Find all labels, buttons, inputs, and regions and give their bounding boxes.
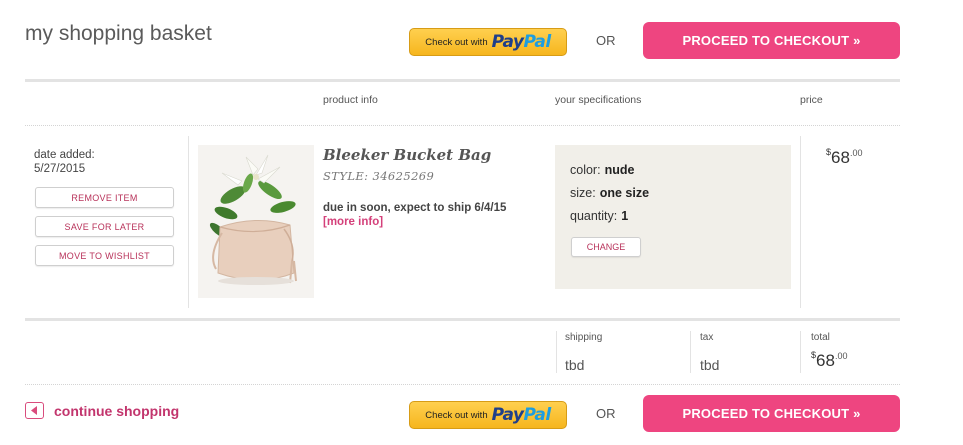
move-to-wishlist-button[interactable]: MOVE TO WISHLIST bbox=[35, 245, 174, 266]
or-separator-footer: OR bbox=[596, 406, 616, 421]
tax-value: tbd bbox=[700, 357, 720, 373]
spec-quantity: quantity: 1 bbox=[570, 209, 629, 223]
bucket-bag-illustration bbox=[209, 154, 297, 285]
continue-shopping-label: continue shopping bbox=[54, 402, 180, 419]
column-header-specifications: your specifications bbox=[555, 94, 642, 106]
date-added-value: 5/27/2015 bbox=[34, 163, 86, 175]
summary-divider-total bbox=[800, 331, 801, 373]
change-specs-button[interactable]: CHANGE bbox=[571, 237, 641, 257]
total-value: $68.00 bbox=[811, 350, 848, 370]
summary-divider-shipping bbox=[556, 331, 557, 373]
left-triangle-icon bbox=[25, 402, 44, 419]
columns-divider bbox=[25, 125, 900, 126]
product-image[interactable] bbox=[198, 145, 314, 298]
date-added-label: date added: bbox=[34, 149, 95, 161]
paypal-logo-footer: PayPal bbox=[491, 405, 552, 425]
proceed-to-checkout-button-footer[interactable]: PROCEED TO CHECKOUT » bbox=[643, 395, 900, 432]
paypal-checkout-button-footer[interactable]: Check out with PayPal bbox=[409, 401, 567, 429]
tax-label: tax bbox=[700, 332, 714, 343]
item-price: $68.00 bbox=[826, 147, 863, 167]
save-for-later-button[interactable]: SAVE FOR LATER bbox=[35, 216, 174, 237]
product-name[interactable]: Bleeker Bucket Bag bbox=[323, 146, 491, 164]
paypal-prefix: Check out with bbox=[425, 36, 488, 48]
row-divider-right bbox=[800, 136, 801, 308]
more-info-link[interactable]: [more info] bbox=[323, 216, 383, 228]
header-divider bbox=[25, 79, 900, 82]
shipping-label: shipping bbox=[565, 332, 603, 343]
paypal-prefix-footer: Check out with bbox=[425, 409, 488, 421]
column-header-price: price bbox=[800, 94, 823, 106]
or-separator: OR bbox=[596, 33, 616, 48]
product-style: STYLE: 34625269 bbox=[323, 169, 435, 183]
shipping-note: due in soon, expect to ship 6/4/15 bbox=[323, 202, 507, 214]
summary-divider bbox=[25, 318, 900, 321]
row-divider-left bbox=[188, 136, 189, 308]
summary-divider-tax bbox=[690, 331, 691, 373]
paypal-logo: PayPal bbox=[491, 32, 552, 52]
paypal-checkout-button[interactable]: Check out with PayPal bbox=[409, 28, 567, 56]
total-label: total bbox=[811, 332, 830, 343]
footer-divider bbox=[25, 384, 900, 385]
specifications-panel: color: nude size: one size quantity: 1 CHAN… bbox=[555, 145, 791, 289]
remove-item-button[interactable]: REMOVE ITEM bbox=[35, 187, 174, 208]
spec-size: size: one size bbox=[570, 186, 650, 200]
proceed-to-checkout-button[interactable]: PROCEED TO CHECKOUT » bbox=[643, 22, 900, 59]
continue-shopping-link[interactable]: continue shopping bbox=[25, 402, 179, 419]
shipping-value: tbd bbox=[565, 357, 585, 373]
page-title: my shopping basket bbox=[25, 22, 212, 45]
column-header-product-info: product info bbox=[323, 94, 378, 106]
spec-color: color: nude bbox=[570, 163, 635, 177]
